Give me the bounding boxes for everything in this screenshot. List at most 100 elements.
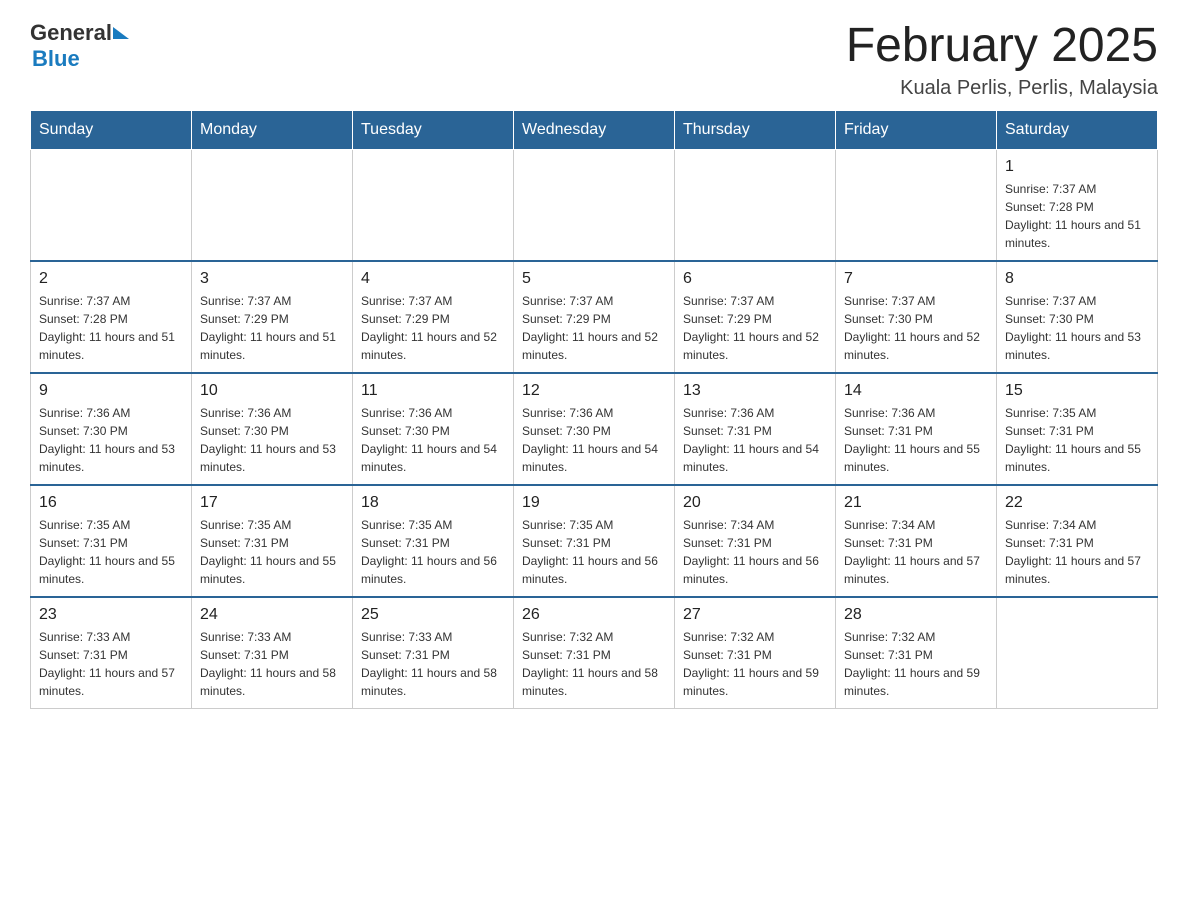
calendar-cell: 16 Sunrise: 7:35 AMSunset: 7:31 PMDayligh…	[31, 485, 192, 597]
page-header: General Blue February 2025 Kuala Perlis,…	[30, 20, 1158, 100]
day-number: 1	[1005, 158, 1149, 176]
column-header-thursday: Thursday	[675, 110, 836, 149]
day-info: Sunrise: 7:34 AMSunset: 7:31 PMDaylight:…	[1005, 516, 1149, 588]
calendar-cell	[353, 149, 514, 261]
calendar-cell: 12Sunrise: 7:36 AMSunset: 7:30 PMDayligh…	[514, 373, 675, 485]
title-section: February 2025 Kuala Perlis, Perlis, Mala…	[846, 20, 1158, 100]
calendar-week-row: 2 Sunrise: 7:37 AMSunset: 7:28 PMDaylight…	[31, 261, 1158, 373]
day-number: 20	[683, 494, 827, 512]
day-info: Sunrise: 7:36 AMSunset: 7:30 PMDaylight:…	[361, 404, 505, 476]
day-number: 10	[200, 382, 344, 400]
calendar-cell: 28 Sunrise: 7:32 AMSunset: 7:31 PMDayligh…	[836, 597, 997, 709]
day-number: 22	[1005, 494, 1149, 512]
logo-general-text: General	[30, 20, 112, 46]
day-info: Sunrise: 7:33 AMSunset: 7:31 PMDaylight:…	[200, 628, 344, 700]
day-number: 18	[361, 494, 505, 512]
day-info: Sunrise: 7:35 AMSunset: 7:31 PMDaylight:…	[200, 516, 344, 588]
day-info: Sunrise: 7:37 AMSunset: 7:28 PMDaylight:…	[1005, 180, 1149, 252]
day-info: Sunrise: 7:37 AMSunset: 7:29 PMDaylight:…	[361, 292, 505, 364]
calendar-cell: 9 Sunrise: 7:36 AMSunset: 7:30 PMDaylight…	[31, 373, 192, 485]
day-number: 28	[844, 606, 988, 624]
day-number: 9	[39, 382, 183, 400]
column-header-tuesday: Tuesday	[353, 110, 514, 149]
calendar-cell: 22 Sunrise: 7:34 AMSunset: 7:31 PMDayligh…	[997, 485, 1158, 597]
day-number: 23	[39, 606, 183, 624]
day-info: Sunrise: 7:37 AMSunset: 7:30 PMDaylight:…	[844, 292, 988, 364]
calendar-week-row: 9 Sunrise: 7:36 AMSunset: 7:30 PMDaylight…	[31, 373, 1158, 485]
day-number: 6	[683, 270, 827, 288]
day-info: Sunrise: 7:34 AMSunset: 7:31 PMDaylight:…	[844, 516, 988, 588]
day-info: Sunrise: 7:36 AMSunset: 7:30 PMDaylight:…	[200, 404, 344, 476]
day-info: Sunrise: 7:35 AMSunset: 7:31 PMDaylight:…	[361, 516, 505, 588]
calendar-cell: 25 Sunrise: 7:33 AMSunset: 7:31 PMDayligh…	[353, 597, 514, 709]
day-number: 8	[1005, 270, 1149, 288]
day-info: Sunrise: 7:37 AMSunset: 7:29 PMDaylight:…	[683, 292, 827, 364]
calendar-cell: 6 Sunrise: 7:37 AMSunset: 7:29 PMDaylight…	[675, 261, 836, 373]
calendar-cell: 7Sunrise: 7:37 AMSunset: 7:30 PMDaylight…	[836, 261, 997, 373]
day-number: 21	[844, 494, 988, 512]
logo: General Blue	[30, 20, 129, 72]
day-info: Sunrise: 7:37 AMSunset: 7:28 PMDaylight:…	[39, 292, 183, 364]
month-title: February 2025	[846, 20, 1158, 73]
day-number: 16	[39, 494, 183, 512]
day-info: Sunrise: 7:33 AMSunset: 7:31 PMDaylight:…	[361, 628, 505, 700]
day-number: 25	[361, 606, 505, 624]
day-number: 14	[844, 382, 988, 400]
calendar-cell: 26Sunrise: 7:32 AMSunset: 7:31 PMDayligh…	[514, 597, 675, 709]
calendar-cell: 17 Sunrise: 7:35 AMSunset: 7:31 PMDayligh…	[192, 485, 353, 597]
calendar-header-row: SundayMondayTuesdayWednesdayThursdayFrid…	[31, 110, 1158, 149]
logo-arrow-icon	[113, 27, 129, 39]
day-number: 2	[39, 270, 183, 288]
calendar-cell	[31, 149, 192, 261]
day-info: Sunrise: 7:35 AMSunset: 7:31 PMDaylight:…	[39, 516, 183, 588]
location-title: Kuala Perlis, Perlis, Malaysia	[846, 77, 1158, 100]
day-number: 12	[522, 382, 666, 400]
calendar-cell: 3Sunrise: 7:37 AMSunset: 7:29 PMDaylight…	[192, 261, 353, 373]
day-info: Sunrise: 7:34 AMSunset: 7:31 PMDaylight:…	[683, 516, 827, 588]
day-info: Sunrise: 7:32 AMSunset: 7:31 PMDaylight:…	[683, 628, 827, 700]
column-header-friday: Friday	[836, 110, 997, 149]
calendar-cell: 14Sunrise: 7:36 AMSunset: 7:31 PMDayligh…	[836, 373, 997, 485]
calendar-week-row: 1 Sunrise: 7:37 AMSunset: 7:28 PMDaylight…	[31, 149, 1158, 261]
day-number: 3	[200, 270, 344, 288]
day-number: 4	[361, 270, 505, 288]
calendar-cell: 27 Sunrise: 7:32 AMSunset: 7:31 PMDayligh…	[675, 597, 836, 709]
day-number: 15	[1005, 382, 1149, 400]
calendar-cell	[997, 597, 1158, 709]
day-info: Sunrise: 7:37 AMSunset: 7:30 PMDaylight:…	[1005, 292, 1149, 364]
column-header-saturday: Saturday	[997, 110, 1158, 149]
day-number: 27	[683, 606, 827, 624]
calendar-cell: 11 Sunrise: 7:36 AMSunset: 7:30 PMDayligh…	[353, 373, 514, 485]
day-number: 19	[522, 494, 666, 512]
calendar-week-row: 16 Sunrise: 7:35 AMSunset: 7:31 PMDayligh…	[31, 485, 1158, 597]
day-number: 5	[522, 270, 666, 288]
logo-blue-text: Blue	[32, 46, 80, 72]
column-header-sunday: Sunday	[31, 110, 192, 149]
day-info: Sunrise: 7:36 AMSunset: 7:31 PMDaylight:…	[683, 404, 827, 476]
day-number: 17	[200, 494, 344, 512]
calendar-cell: 5 Sunrise: 7:37 AMSunset: 7:29 PMDaylight…	[514, 261, 675, 373]
day-info: Sunrise: 7:32 AMSunset: 7:31 PMDaylight:…	[844, 628, 988, 700]
calendar-cell	[192, 149, 353, 261]
calendar-cell: 4 Sunrise: 7:37 AMSunset: 7:29 PMDaylight…	[353, 261, 514, 373]
day-info: Sunrise: 7:37 AMSunset: 7:29 PMDaylight:…	[522, 292, 666, 364]
calendar-table: SundayMondayTuesdayWednesdayThursdayFrid…	[30, 110, 1158, 709]
calendar-cell: 8 Sunrise: 7:37 AMSunset: 7:30 PMDaylight…	[997, 261, 1158, 373]
calendar-cell: 18 Sunrise: 7:35 AMSunset: 7:31 PMDayligh…	[353, 485, 514, 597]
calendar-cell: 10 Sunrise: 7:36 AMSunset: 7:30 PMDayligh…	[192, 373, 353, 485]
calendar-cell: 15 Sunrise: 7:35 AMSunset: 7:31 PMDayligh…	[997, 373, 1158, 485]
day-info: Sunrise: 7:36 AMSunset: 7:30 PMDaylight:…	[39, 404, 183, 476]
calendar-cell: 13 Sunrise: 7:36 AMSunset: 7:31 PMDayligh…	[675, 373, 836, 485]
calendar-cell: 1 Sunrise: 7:37 AMSunset: 7:28 PMDaylight…	[997, 149, 1158, 261]
calendar-cell	[514, 149, 675, 261]
day-number: 11	[361, 382, 505, 400]
calendar-cell: 19Sunrise: 7:35 AMSunset: 7:31 PMDayligh…	[514, 485, 675, 597]
calendar-cell: 20 Sunrise: 7:34 AMSunset: 7:31 PMDayligh…	[675, 485, 836, 597]
day-number: 13	[683, 382, 827, 400]
column-header-monday: Monday	[192, 110, 353, 149]
calendar-cell: 23Sunrise: 7:33 AMSunset: 7:31 PMDayligh…	[31, 597, 192, 709]
day-number: 24	[200, 606, 344, 624]
day-info: Sunrise: 7:32 AMSunset: 7:31 PMDaylight:…	[522, 628, 666, 700]
calendar-cell: 21 Sunrise: 7:34 AMSunset: 7:31 PMDayligh…	[836, 485, 997, 597]
day-info: Sunrise: 7:35 AMSunset: 7:31 PMDaylight:…	[1005, 404, 1149, 476]
